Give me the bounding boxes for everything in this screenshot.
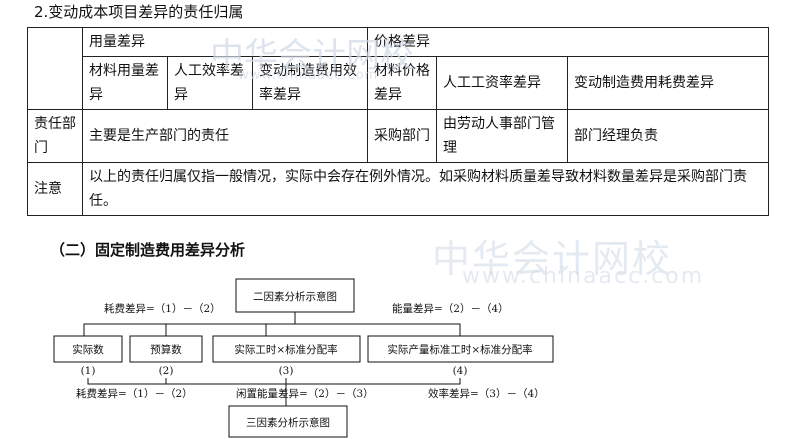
num-3: (3)	[279, 365, 294, 377]
bottom-spend-label: 耗费差异=（1）－（2）	[76, 387, 193, 400]
num-1: (1)	[81, 365, 96, 377]
note-label-cell: 注意	[27, 162, 83, 216]
resp-mgr-cell: 部门经理负责	[567, 109, 769, 163]
idle-bracket-bottom	[166, 378, 287, 385]
material-price-cell: 材料价格差异	[367, 56, 437, 110]
spend-variance-label: 耗费差异=（1）－（2）	[104, 302, 221, 315]
standard-hours-box-label: 实际产量标准工时×标准分配率	[387, 343, 532, 356]
responsibility-table: 用量差异 价格差异 材料用量差异 人工效率差异 变动制造费用效率差异 材料价格差…	[27, 27, 769, 216]
idle-capacity-label: 闲置能量差异=（2）－（3）	[236, 387, 374, 400]
actual-hours-box-label: 实际工时×标准分配率	[234, 343, 337, 356]
subsection-heading: （二）固定制造费用差异分析	[50, 241, 246, 259]
table-row: 注意 以上的责任归属仅指一般情况，实际中会存在例外情况。如采购材料质量差导致材料…	[27, 162, 769, 216]
spend-bracket-top	[83, 323, 267, 336]
efficiency-label: 效率差异=（3）－（4）	[428, 387, 545, 400]
section-heading: 2.变动成本项目差异的责任归属	[34, 3, 244, 21]
resp-purchase-cell: 采购部门	[367, 109, 437, 163]
table-row: 材料用量差异 人工效率差异 变动制造费用效率差异 材料价格差异 人工工资率差异 …	[28, 56, 769, 110]
actual-box-label: 实际数	[72, 343, 104, 356]
capacity-bracket-top	[266, 323, 461, 336]
moh-spend-cell: 变动制造费用耗费差异	[567, 56, 769, 110]
empty-corner-cell	[27, 27, 83, 110]
efficiency-bracket-bottom	[286, 378, 461, 385]
material-qty-cell: 材料用量差异	[82, 56, 168, 110]
three-factor-box-label: 三因素分析示意图	[246, 416, 330, 429]
capacity-variance-label: 能量差异=（2）－（4）	[392, 302, 509, 315]
labor-rate-cell: 人工工资率差异	[436, 56, 568, 110]
labor-eff-cell: 人工效率差异	[167, 56, 253, 110]
note-text-cell: 以上的责任归属仅指一般情况，实际中会存在例外情况。如采购材料质量差导致材料数量差…	[82, 162, 769, 216]
variance-diagram: 二因素分析示意图 耗费差异=（1）－（2） 能量差异=（2）－（4） 实际数 预…	[53, 278, 554, 438]
qty-variance-header: 用量差异	[82, 27, 368, 57]
two-factor-box-label: 二因素分析示意图	[253, 290, 337, 303]
num-2: (2)	[159, 365, 174, 377]
moh-eff-cell: 变动制造费用效率差异	[252, 56, 368, 110]
resp-qty-cell: 主要是生产部门的责任	[82, 109, 368, 163]
spend-bracket-bottom	[87, 378, 167, 385]
budget-box-label: 预算数	[150, 343, 182, 356]
table-row: 用量差异 价格差异	[27, 27, 769, 110]
resp-hr-cell: 由劳动人事部门管理	[436, 109, 568, 163]
price-variance-header: 价格差异	[367, 27, 769, 57]
table-row: 责任部门 主要是生产部门的责任 采购部门 由劳动人事部门管理 部门经理负责	[27, 109, 769, 163]
num-4: (4)	[453, 365, 468, 377]
resp-label-cell: 责任部门	[27, 109, 83, 163]
